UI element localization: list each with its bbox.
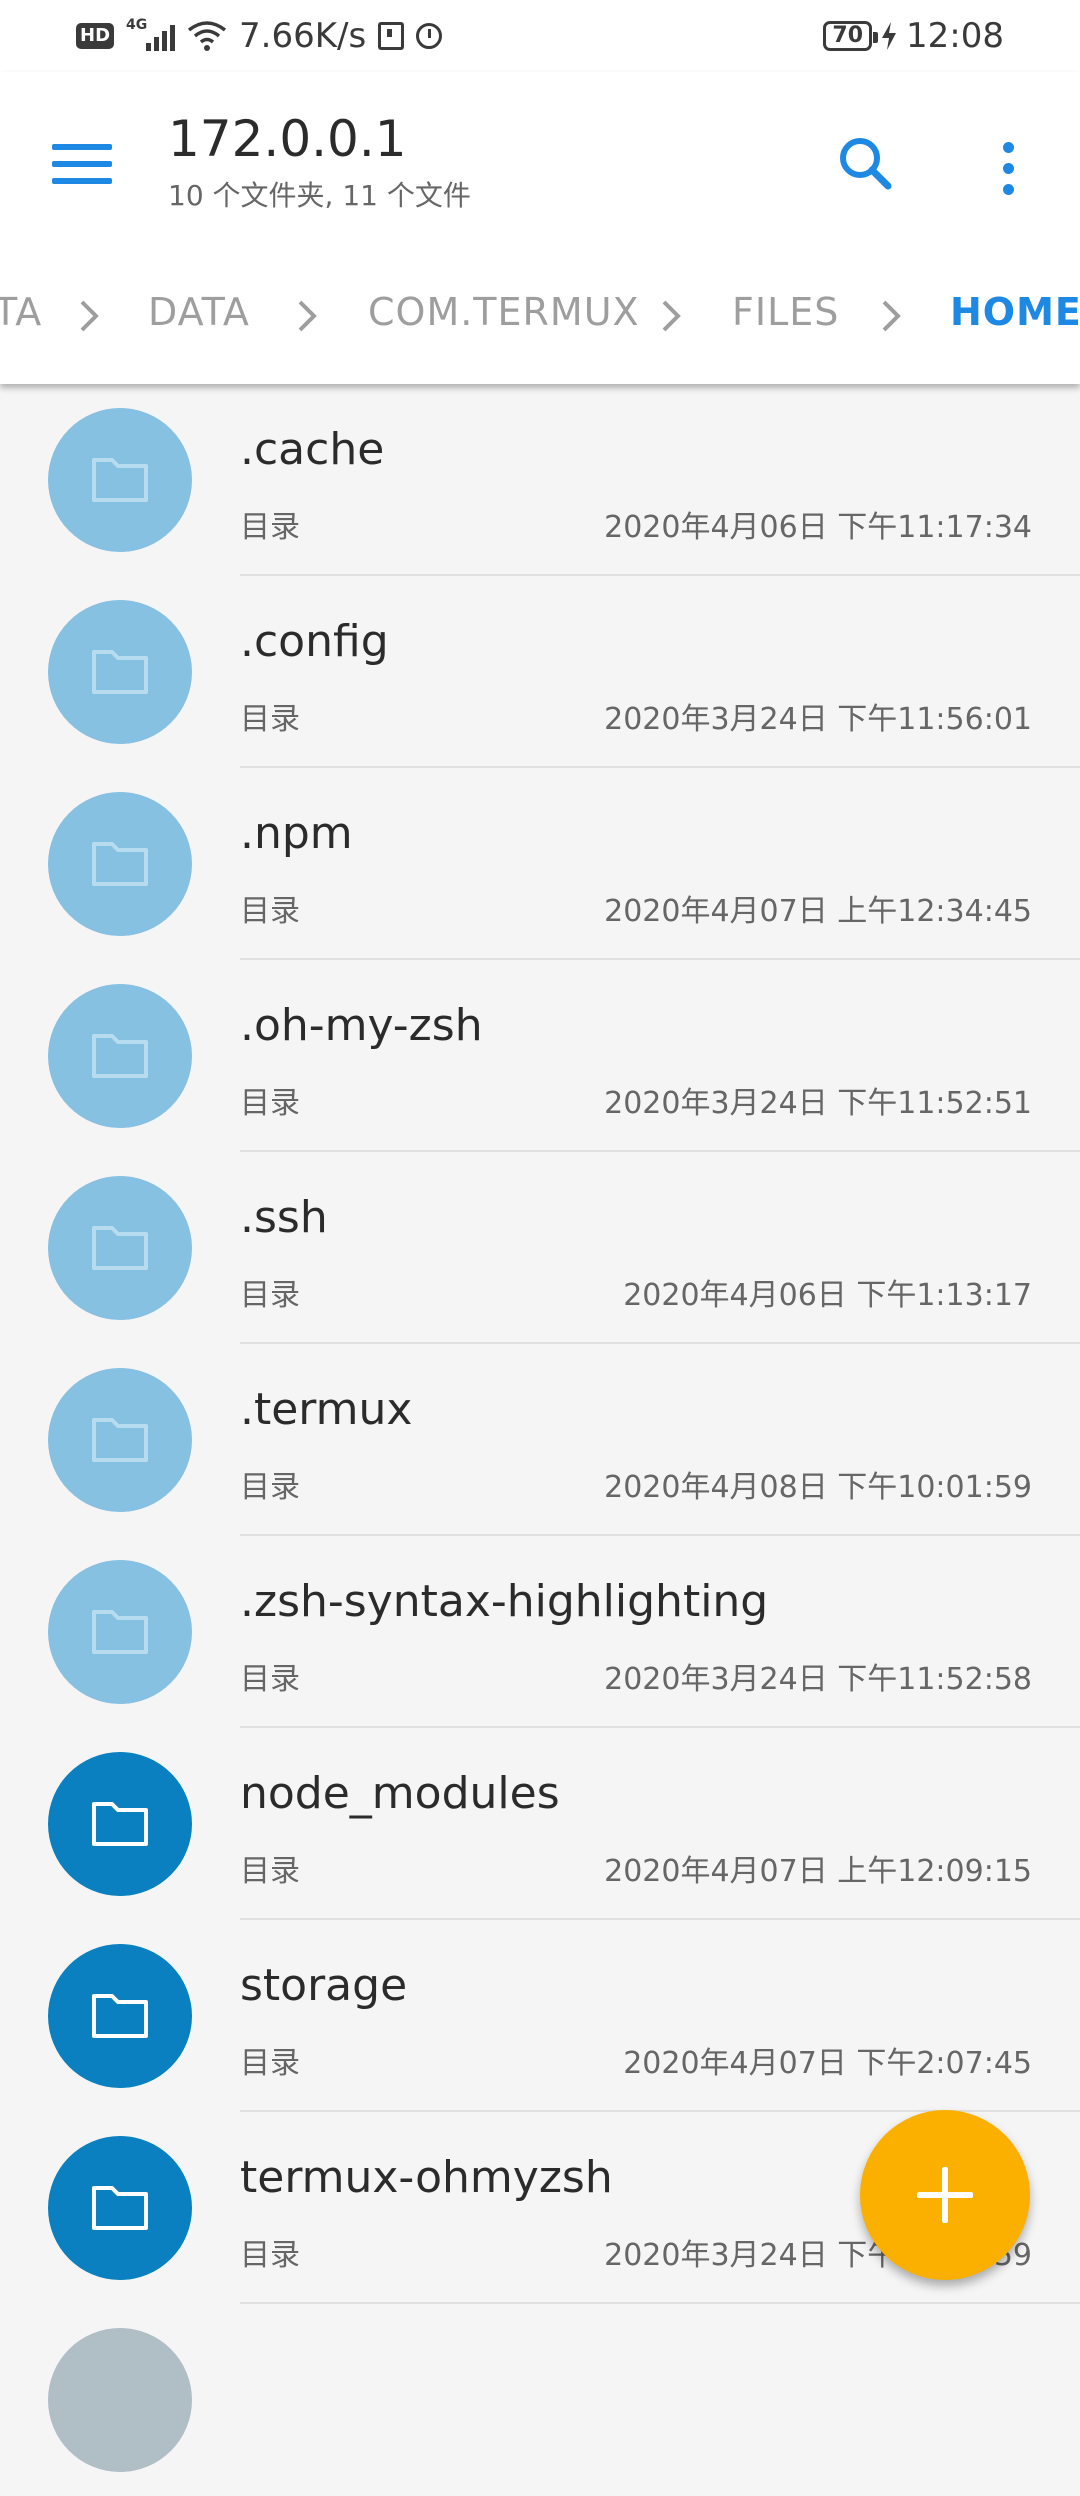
file-name: .config bbox=[240, 616, 389, 667]
folder-icon bbox=[92, 1994, 148, 2038]
status-left: HD 4G 7.66K/s bbox=[76, 14, 443, 58]
chevron-right-icon bbox=[298, 300, 317, 332]
hamburger-icon bbox=[52, 144, 112, 150]
file-date: 2020年3月24日 下午11:52:51 bbox=[604, 1086, 1032, 1121]
file-name: storage bbox=[240, 1960, 408, 2011]
list-item[interactable]: .cache 目录 2020年4月06日 下午11:17:34 bbox=[0, 384, 1080, 576]
breadcrumb-item-current[interactable]: HOME bbox=[950, 290, 1080, 334]
file-name: .zsh-syntax-highlighting bbox=[240, 1576, 769, 1627]
file-date: 2020年4月08日 下午10:01:59 bbox=[604, 1470, 1032, 1505]
file-type: 目录 bbox=[240, 2046, 300, 2081]
list-item[interactable]: .termux 目录 2020年4月08日 下午10:01:59 bbox=[0, 1344, 1080, 1536]
hd-badge: HD bbox=[76, 23, 115, 49]
add-fab-button[interactable] bbox=[860, 2110, 1030, 2280]
folder-icon bbox=[92, 650, 148, 694]
signal-type-label: 4G bbox=[126, 17, 148, 33]
plus-icon bbox=[917, 2167, 973, 2223]
folder-icon bbox=[92, 458, 148, 502]
list-item[interactable]: storage 目录 2020年4月07日 下午2:07:45 bbox=[0, 1920, 1080, 2112]
status-right: 70 12:08 bbox=[823, 14, 1004, 58]
folder-icon bbox=[92, 1034, 148, 1078]
file-type: 目录 bbox=[240, 702, 300, 737]
list-item[interactable]: .ssh 目录 2020年4月06日 下午1:13:17 bbox=[0, 1152, 1080, 1344]
wifi-icon bbox=[187, 21, 227, 51]
file-date: 2020年3月24日 下午11:52:58 bbox=[604, 1662, 1032, 1697]
file-type: 目录 bbox=[240, 510, 300, 545]
menu-button[interactable] bbox=[52, 132, 116, 196]
app-bar: 172.0.0.1 10 个文件夹, 11 个文件 TA DATA COM.TE… bbox=[0, 72, 1080, 384]
file-name: .cache bbox=[240, 424, 385, 475]
folder-avatar bbox=[48, 600, 192, 744]
file-name: .termux bbox=[240, 1384, 413, 1435]
file-type: 目录 bbox=[240, 1470, 300, 1505]
file-type: 目录 bbox=[240, 1086, 300, 1121]
page-title: 172.0.0.1 bbox=[168, 110, 407, 168]
list-item[interactable]: .npm 目录 2020年4月07日 上午12:34:45 bbox=[0, 768, 1080, 960]
file-avatar bbox=[48, 2328, 192, 2472]
folder-avatar bbox=[48, 1752, 192, 1896]
status-bar: HD 4G 7.66K/s 70 12:08 bbox=[0, 0, 1080, 72]
breadcrumb-item[interactable]: TA bbox=[0, 290, 42, 334]
folder-avatar bbox=[48, 792, 192, 936]
file-name: node_modules bbox=[240, 1768, 560, 1819]
breadcrumb-item[interactable]: FILES bbox=[732, 290, 839, 334]
charging-icon bbox=[882, 22, 897, 50]
search-icon bbox=[840, 138, 892, 190]
folder-avatar bbox=[48, 1368, 192, 1512]
list-item[interactable]: .zsh-syntax-highlighting 目录 2020年3月24日 下… bbox=[0, 1536, 1080, 1728]
folder-avatar bbox=[48, 1944, 192, 2088]
folder-icon bbox=[92, 1418, 148, 1462]
breadcrumb: TA DATA COM.TERMUX FILES HOME bbox=[0, 272, 1080, 358]
folder-avatar bbox=[48, 1176, 192, 1320]
file-date: 2020年4月07日 下午2:07:45 bbox=[623, 2046, 1032, 2081]
folder-avatar bbox=[48, 1560, 192, 1704]
file-date: 2020年3月24日 下午11:56:01 bbox=[604, 702, 1032, 737]
notification-icon bbox=[378, 22, 405, 50]
folder-icon bbox=[92, 842, 148, 886]
file-date: 2020年4月07日 上午12:09:15 bbox=[604, 1854, 1032, 1889]
folder-avatar bbox=[48, 2136, 192, 2280]
chevron-right-icon bbox=[662, 300, 681, 332]
clock: 12:08 bbox=[906, 16, 1004, 56]
list-item[interactable]: node_modules 目录 2020年4月07日 上午12:09:15 bbox=[0, 1728, 1080, 1920]
file-name: .npm bbox=[240, 808, 353, 859]
battery-icon: 70 bbox=[823, 21, 878, 51]
file-date: 2020年4月06日 下午11:17:34 bbox=[604, 510, 1032, 545]
chevron-right-icon bbox=[882, 300, 901, 332]
folder-icon bbox=[92, 2186, 148, 2230]
file-type: 目录 bbox=[240, 1854, 300, 1889]
file-type: 目录 bbox=[240, 1662, 300, 1697]
folder-icon bbox=[92, 1226, 148, 1270]
list-item[interactable]: .config 目录 2020年3月24日 下午11:56:01 bbox=[0, 576, 1080, 768]
folder-icon bbox=[92, 1610, 148, 1654]
file-name: termux-ohmyzsh bbox=[240, 2152, 613, 2203]
file-type: 目录 bbox=[240, 894, 300, 929]
file-name: .oh-my-zsh bbox=[240, 1000, 483, 1051]
file-date: 2020年4月07日 上午12:34:45 bbox=[604, 894, 1032, 929]
breadcrumb-item[interactable]: COM.TERMUX bbox=[368, 290, 640, 334]
list-item[interactable]: .oh-my-zsh 目录 2020年3月24日 下午11:52:51 bbox=[0, 960, 1080, 1152]
breadcrumb-item[interactable]: DATA bbox=[148, 290, 250, 334]
page-subtitle: 10 个文件夹, 11 个文件 bbox=[168, 179, 471, 212]
file-name: .ssh bbox=[240, 1192, 328, 1243]
chevron-right-icon bbox=[80, 300, 99, 332]
more-vert-icon bbox=[1002, 141, 1014, 153]
cell-signal-icon: 4G bbox=[126, 17, 176, 51]
folder-icon bbox=[92, 1802, 148, 1846]
search-button[interactable] bbox=[826, 124, 906, 204]
timer-icon bbox=[416, 23, 443, 49]
file-type: 目录 bbox=[240, 2238, 300, 2273]
network-speed: 7.66K/s bbox=[239, 16, 367, 56]
file-type: 目录 bbox=[240, 1278, 300, 1313]
file-date: 2020年4月06日 下午1:13:17 bbox=[623, 1278, 1032, 1313]
folder-avatar bbox=[48, 408, 192, 552]
more-options-button[interactable] bbox=[984, 128, 1032, 208]
folder-avatar bbox=[48, 984, 192, 1128]
list-item[interactable] bbox=[0, 2304, 1080, 2496]
